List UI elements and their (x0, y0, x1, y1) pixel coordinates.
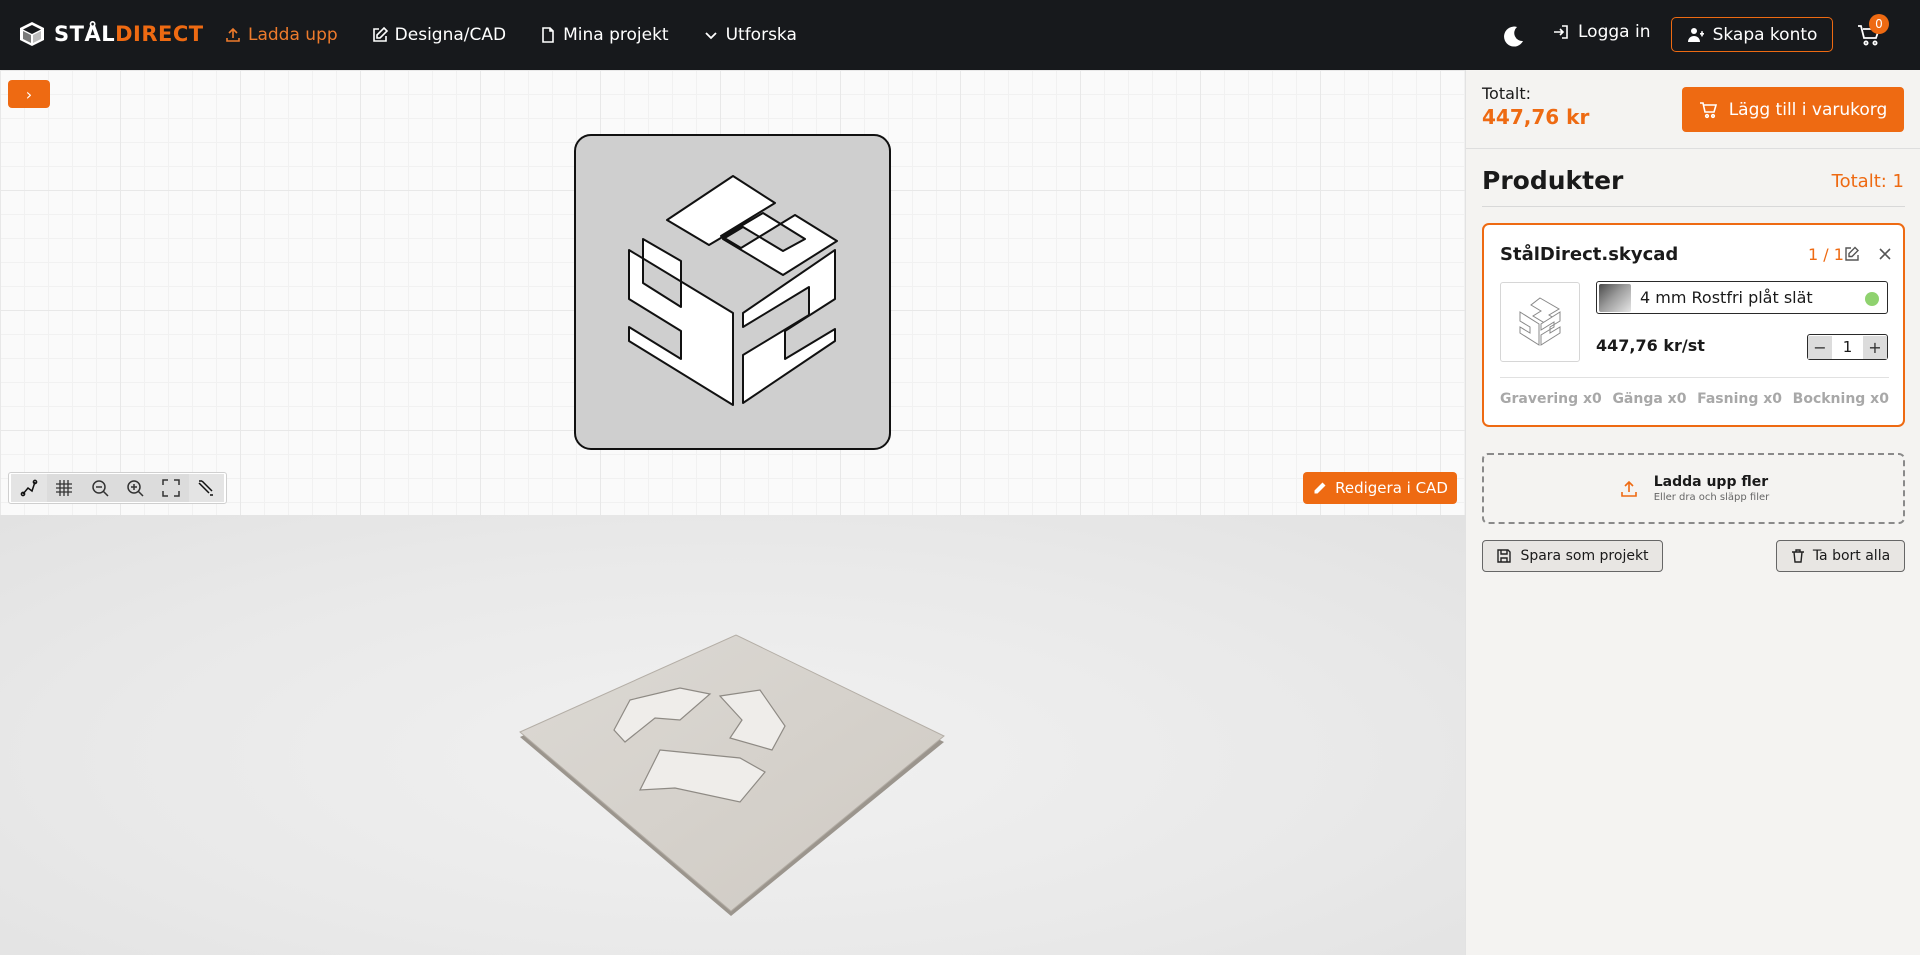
products-heading: Produkter (1482, 166, 1624, 195)
edit-icon[interactable] (1844, 246, 1860, 262)
products-total: Totalt: 1 (1831, 171, 1904, 192)
material-swatch (1599, 283, 1631, 312)
availability-status-dot (1865, 292, 1879, 306)
fit-screen-icon (162, 479, 180, 497)
cart-count-badge: 0 (1869, 14, 1889, 34)
save-as-project-button[interactable]: Spara som projekt (1482, 540, 1663, 572)
signup-label: Skapa konto (1712, 24, 1818, 45)
add-to-cart-button[interactable]: Lägg till i varukorg (1682, 87, 1904, 132)
logo[interactable]: STÅLDIRECT (18, 20, 204, 48)
tool-measure[interactable] (188, 474, 224, 502)
cart-total: Totalt: 447,76 kr (1482, 84, 1589, 129)
trash-icon (1791, 549, 1804, 563)
zoom-in-icon (127, 480, 144, 497)
nav-item-label: Designa/CAD (394, 25, 507, 45)
operation-threading[interactable]: Gänga x0 (1612, 391, 1686, 407)
unit-price: 447,76 kr/st (1596, 336, 1705, 355)
edit-in-cad-label: Redigera i CAD (1335, 479, 1448, 497)
zoom-out-icon (92, 480, 109, 497)
login-label: Logga in (1578, 22, 1651, 42)
nav-item-ladda-upp[interactable]: Ladda upp (224, 25, 338, 45)
expand-sidebar-button[interactable]: › (8, 80, 50, 108)
product-thumbnail[interactable] (1500, 282, 1580, 362)
operation-engraving[interactable]: Gravering x0 (1500, 391, 1602, 407)
pencil-square-icon (372, 26, 388, 42)
cube-logo-thumbnail-icon (1519, 297, 1561, 346)
shopping-cart-icon (1699, 101, 1717, 118)
user-plus-icon (1687, 27, 1704, 42)
edit-in-cad-button[interactable]: Redigera i CAD (1303, 472, 1457, 504)
grid-icon (56, 480, 73, 496)
operation-chamfering[interactable]: Fasning x0 (1697, 391, 1782, 407)
nav-item-label: Utforska (725, 25, 797, 45)
upload-more-title: Ladda upp fler (1653, 474, 1769, 490)
divider (1482, 206, 1905, 207)
tool-grid[interactable] (46, 474, 82, 502)
floppy-disk-icon (1497, 549, 1512, 563)
main-nav: Ladda upp Designa/CAD Mina projekt Utfor… (224, 0, 797, 70)
increase-quantity-button[interactable]: + (1863, 335, 1887, 359)
quantity-stepper: − 1 + (1807, 334, 1888, 360)
document-icon (542, 27, 554, 43)
logo-text-part2: DIRECT (115, 22, 204, 46)
chevron-down-icon (704, 32, 717, 40)
quantity-value[interactable]: 1 (1832, 338, 1863, 356)
material-label: 4 mm Rostfri plåt slät (1640, 288, 1813, 307)
tool-select-node[interactable] (11, 474, 47, 502)
logo-mark-icon (20, 22, 44, 46)
select-node-icon (20, 479, 38, 497)
measure-icon (198, 480, 214, 496)
logo-text: STÅLDIRECT (54, 22, 204, 46)
delete-all-button[interactable]: Ta bort alla (1776, 540, 1905, 572)
upload-more-subtitle: Eller dra och släpp filer (1653, 492, 1770, 503)
nav-item-label: Ladda upp (248, 25, 338, 45)
pencil-icon (1314, 482, 1326, 493)
upload-more-dropzone[interactable]: Ladda upp fler Eller dra och släpp filer (1482, 453, 1905, 524)
save-as-project-label: Spara som projekt (1520, 548, 1649, 564)
top-navigation-bar: STÅLDIRECT Ladda upp Designa/CAD Mina pr… (0, 0, 1920, 70)
total-value: 447,76 kr (1482, 105, 1590, 129)
canvas-toolbar (8, 472, 227, 504)
material-select[interactable]: 4 mm Rostfri plåt slät (1596, 281, 1888, 314)
product-name: StålDirect.skycad (1500, 244, 1679, 265)
upload-icon (226, 27, 240, 42)
upload-icon (1620, 480, 1637, 497)
decrease-quantity-button[interactable]: − (1808, 335, 1832, 359)
order-panel: Totalt: 447,76 kr Lägg till i varukorg P… (1465, 70, 1920, 955)
tool-fit-screen[interactable] (153, 474, 189, 502)
plate-3d-preview (519, 634, 945, 916)
plate-2d-preview (574, 134, 891, 450)
divider (1500, 377, 1889, 378)
dark-mode-moon-icon[interactable] (1500, 23, 1526, 49)
nav-item-designa-cad[interactable]: Designa/CAD (371, 25, 506, 45)
operations-row: Gravering x0 Gänga x0 Fasning x0 Bocknin… (1500, 391, 1889, 407)
operation-bending[interactable]: Bockning x0 (1793, 391, 1889, 407)
logo-text-part1: STÅL (54, 22, 116, 46)
signup-button[interactable]: Skapa konto (1671, 17, 1833, 52)
divider (1466, 148, 1920, 149)
product-card[interactable]: StålDirect.skycad 1 / 1 4 mm Rostfri plå… (1482, 223, 1905, 427)
login-button[interactable]: Logga in (1552, 22, 1650, 42)
login-icon (1554, 25, 1568, 39)
product-count: 1 / 1 (1808, 245, 1844, 264)
nav-item-mina-projekt[interactable]: Mina projekt (539, 25, 669, 45)
add-to-cart-label: Lägg till i varukorg (1728, 99, 1888, 120)
nav-item-utforska[interactable]: Utforska (702, 25, 797, 45)
delete-all-label: Ta bort alla (1812, 548, 1891, 564)
total-label: Totalt: (1482, 84, 1532, 103)
tool-zoom-out[interactable] (82, 474, 118, 502)
nav-item-label: Mina projekt (563, 25, 669, 45)
close-icon[interactable] (1877, 246, 1893, 262)
tool-zoom-in[interactable] (117, 474, 153, 502)
